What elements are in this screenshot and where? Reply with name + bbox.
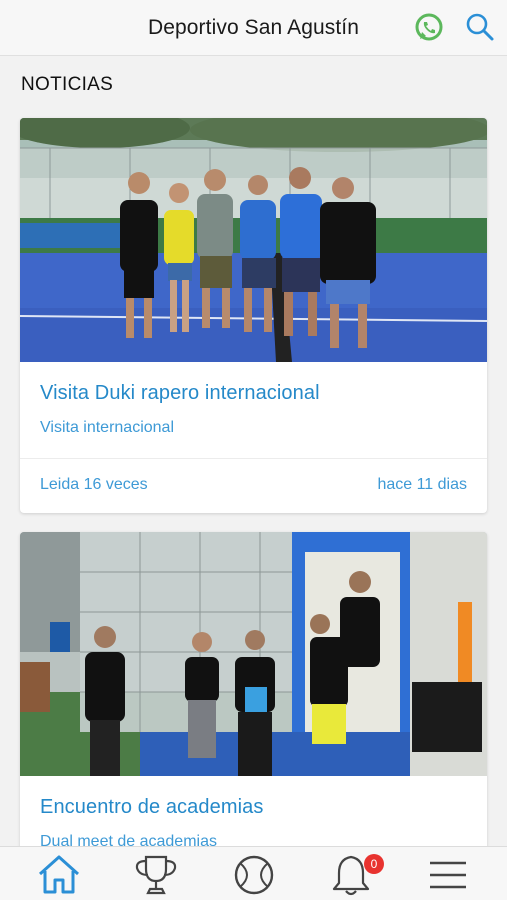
ball-icon[interactable]	[230, 853, 278, 897]
home-icon[interactable]	[35, 853, 83, 897]
news-title[interactable]: Encuentro de academias	[40, 796, 467, 819]
news-footer: Leida 16 veces hace 11 dias	[20, 458, 487, 513]
news-image	[20, 118, 487, 362]
news-feed[interactable]: NOTICIAS Visita Duki rapero internaciona…	[0, 57, 507, 846]
whatsapp-icon[interactable]	[413, 12, 445, 44]
news-image	[20, 532, 487, 776]
trophy-icon[interactable]	[132, 853, 180, 897]
notification-badge: 0	[364, 854, 384, 874]
news-subtitle: Visita internacional	[40, 419, 175, 436]
news-card[interactable]: Encuentro de academias Dual meet de acad…	[20, 532, 487, 846]
section-title: NOTICIAS	[21, 74, 114, 95]
news-age: hace 11 dias	[377, 476, 467, 493]
news-card[interactable]: Visita Duki rapero internacional Visita …	[20, 118, 487, 513]
news-title[interactable]: Visita Duki rapero internacional	[40, 382, 467, 405]
news-subtitle: Dual meet de academias	[40, 833, 217, 846]
read-count: Leida 16 veces	[40, 476, 148, 493]
bottom-tabbar: 0	[0, 846, 507, 900]
menu-icon[interactable]	[424, 853, 472, 897]
app-header: Deportivo San Agustín	[0, 0, 507, 56]
search-icon[interactable]	[465, 12, 495, 42]
